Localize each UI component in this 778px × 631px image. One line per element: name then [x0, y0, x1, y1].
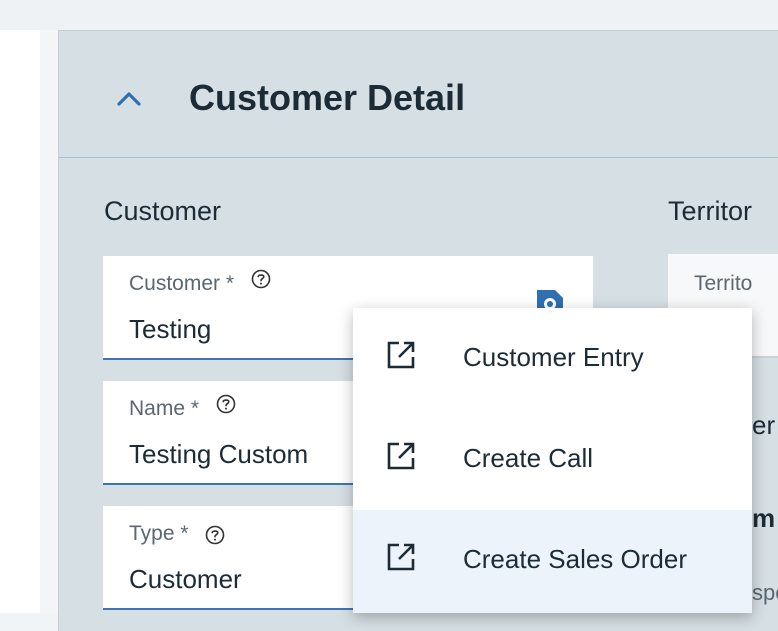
territory-field-label: Territo: [694, 272, 753, 295]
open-in-new-icon: [387, 341, 415, 369]
peek-text-row2: er: [752, 410, 776, 440]
help-icon[interactable]: [250, 268, 272, 290]
peek-text-row3: m: [752, 503, 776, 533]
gutter: [40, 30, 58, 613]
actions-menu: Customer Entry Create Call Create Sales …: [353, 308, 752, 613]
name-field[interactable]: Name * Testing Custom: [103, 381, 363, 485]
type-field[interactable]: Type * Customer: [103, 506, 363, 610]
menu-item-label: Create Call: [463, 443, 594, 473]
name-field-value: Testing Custom: [129, 439, 309, 469]
peek-text-row4: spe: [752, 580, 778, 605]
menu-item-label: Customer Entry: [463, 342, 644, 372]
panel-header: Customer Detail: [59, 31, 778, 158]
customer-field-label: Customer *: [129, 269, 272, 296]
customer-field-value: Testing: [129, 314, 212, 344]
section-label-customer: Customer: [104, 196, 222, 226]
top-bar: [0, 0, 778, 30]
help-icon[interactable]: [204, 524, 226, 546]
open-in-new-icon: [387, 442, 415, 470]
type-field-value: Customer: [129, 564, 242, 594]
menu-item-label: Create Sales Order: [463, 544, 687, 574]
type-field-label: Type *: [129, 522, 226, 546]
open-in-new-icon: [387, 543, 415, 571]
menu-item-customer-entry[interactable]: Customer Entry: [353, 308, 752, 409]
menu-item-create-call[interactable]: Create Call: [353, 409, 752, 510]
menu-item-create-sales-order[interactable]: Create Sales Order: [353, 510, 752, 613]
name-field-label: Name *: [129, 394, 237, 421]
panel-title: Customer Detail: [189, 77, 466, 118]
chevron-up-icon: [117, 92, 141, 106]
collapse-button[interactable]: [111, 81, 147, 117]
left-strip: [0, 30, 40, 613]
section-label-territory: Territor: [668, 196, 753, 226]
help-icon[interactable]: [215, 393, 237, 415]
